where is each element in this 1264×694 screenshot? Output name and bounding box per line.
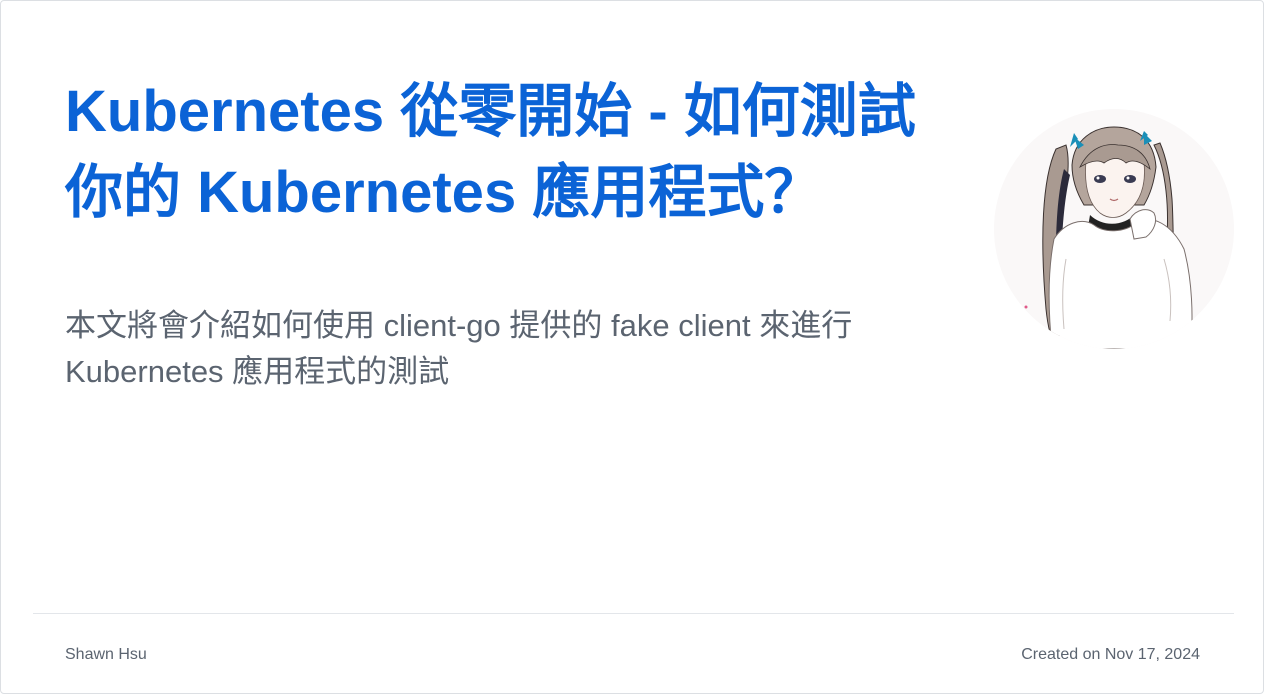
post-card: Kubernetes 從零開始 - 如何測試你的 Kubernetes 應用程式… xyxy=(0,0,1264,694)
author-name: Shawn Hsu xyxy=(65,646,147,663)
created-date: Created on Nov 17, 2024 xyxy=(1021,646,1200,663)
footer-divider xyxy=(33,613,1234,614)
author-avatar xyxy=(994,109,1234,349)
post-title[interactable]: Kubernetes 從零開始 - 如何測試你的 Kubernetes 應用程式… xyxy=(65,71,965,233)
anime-girl-avatar-icon xyxy=(1024,126,1193,349)
post-description: 本文將會介紹如何使用 client-go 提供的 fake client 來進行… xyxy=(65,308,853,389)
